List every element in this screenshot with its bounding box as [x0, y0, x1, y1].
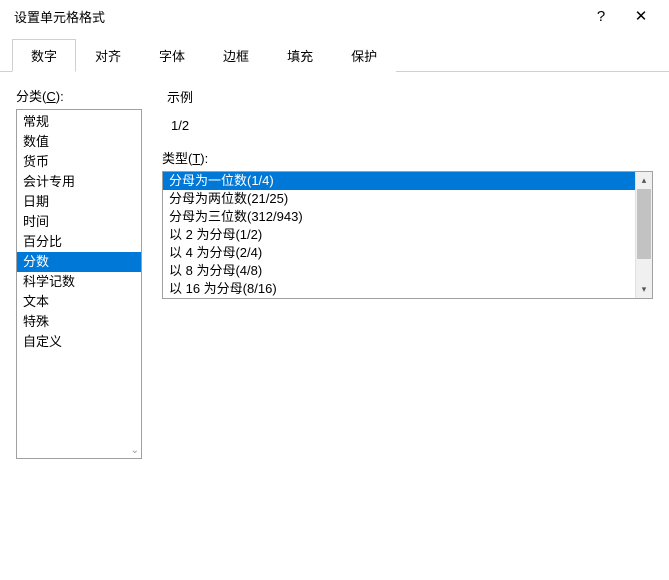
type-item-2digit[interactable]: 分母为两位数(21/25)	[163, 190, 635, 208]
type-listbox[interactable]: 分母为一位数(1/4) 分母为两位数(21/25) 分母为三位数(312/943…	[162, 171, 653, 299]
chevron-down-icon: ⌄	[131, 445, 139, 456]
type-label: 类型(T):	[162, 148, 653, 167]
category-item-number[interactable]: 数值	[17, 132, 141, 152]
right-panel: 示例 1/2 类型(T): 分母为一位数(1/4) 分母为两位数(21/25) …	[162, 86, 653, 459]
help-button[interactable]: ?	[581, 2, 621, 30]
tab-protection[interactable]: 保护	[332, 39, 396, 72]
dialog-title: 设置单元格格式	[14, 7, 581, 26]
scroll-down-icon[interactable]: ▾	[636, 281, 652, 298]
category-item-percentage[interactable]: 百分比	[17, 232, 141, 252]
type-item-3digit[interactable]: 分母为三位数(312/943)	[163, 208, 635, 226]
tab-border[interactable]: 边框	[204, 39, 268, 72]
close-button[interactable]: ✕	[621, 2, 661, 30]
type-item-as16[interactable]: 以 16 为分母(8/16)	[163, 280, 635, 298]
type-item-as2[interactable]: 以 2 为分母(1/2)	[163, 226, 635, 244]
category-item-date[interactable]: 日期	[17, 192, 141, 212]
scroll-up-icon[interactable]: ▴	[636, 172, 652, 189]
title-bar: 设置单元格格式 ? ✕	[0, 0, 669, 32]
category-item-text[interactable]: 文本	[17, 292, 141, 312]
sample-label: 示例	[167, 87, 652, 106]
category-item-special[interactable]: 特殊	[17, 312, 141, 332]
scroll-thumb[interactable]	[637, 189, 651, 259]
type-item-as8[interactable]: 以 8 为分母(4/8)	[163, 262, 635, 280]
category-panel: 分类(C): 常规 数值 货币 会计专用 日期 时间 百分比 分数 科学记数 文…	[16, 86, 142, 459]
category-item-custom[interactable]: 自定义	[17, 332, 141, 352]
sample-group: 示例 1/2	[162, 86, 653, 148]
category-listbox[interactable]: 常规 数值 货币 会计专用 日期 时间 百分比 分数 科学记数 文本 特殊 自定…	[16, 109, 142, 459]
tab-fill[interactable]: 填充	[268, 39, 332, 72]
category-label: 分类(C):	[16, 86, 142, 105]
category-item-currency[interactable]: 货币	[17, 152, 141, 172]
category-item-fraction[interactable]: 分数	[17, 252, 141, 272]
sample-value: 1/2	[167, 110, 652, 133]
category-item-scientific[interactable]: 科学记数	[17, 272, 141, 292]
category-item-time[interactable]: 时间	[17, 212, 141, 232]
category-item-accounting[interactable]: 会计专用	[17, 172, 141, 192]
tab-number[interactable]: 数字	[12, 39, 76, 72]
category-item-general[interactable]: 常规	[17, 112, 141, 132]
scrollbar-vertical[interactable]: ▴ ▾	[635, 172, 652, 298]
type-item-as4[interactable]: 以 4 为分母(2/4)	[163, 244, 635, 262]
dialog-body: 分类(C): 常规 数值 货币 会计专用 日期 时间 百分比 分数 科学记数 文…	[0, 72, 669, 473]
tab-alignment[interactable]: 对齐	[76, 39, 140, 72]
tab-strip: 数字 对齐 字体 边框 填充 保护	[0, 32, 669, 72]
type-item-1digit[interactable]: 分母为一位数(1/4)	[163, 172, 635, 190]
tab-font[interactable]: 字体	[140, 39, 204, 72]
